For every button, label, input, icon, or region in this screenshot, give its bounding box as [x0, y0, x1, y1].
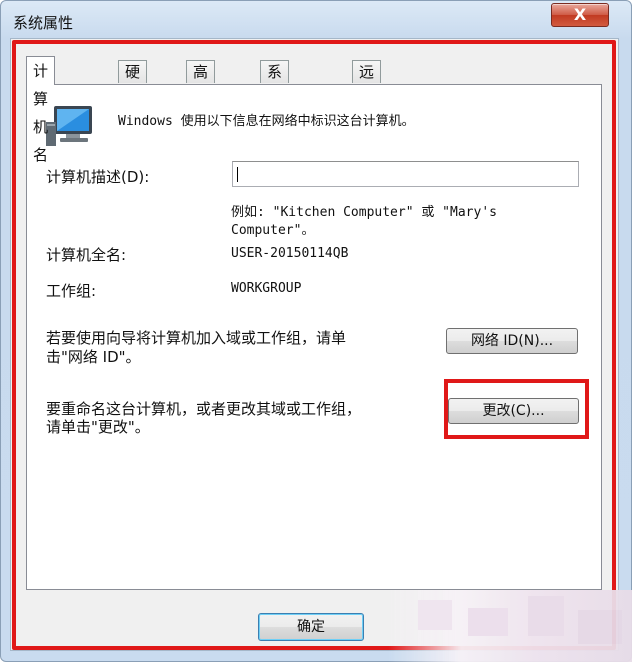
tab-hardware[interactable]: 硬件: [118, 60, 148, 103]
fullname-value: USER-20150114QB: [231, 246, 349, 261]
example-text-line1: 例如: "Kitchen Computer" 或 "Mary's: [231, 205, 497, 220]
close-button[interactable]: X: [551, 3, 609, 27]
text-caret: [237, 167, 238, 182]
rename-text-line2: 请单击"更改"。: [46, 418, 150, 436]
change-button[interactable]: 更改(C)...: [448, 398, 579, 424]
fullname-label: 计算机全名:: [46, 246, 127, 264]
workgroup-label: 工作组:: [46, 282, 97, 300]
ok-button[interactable]: 确定: [258, 613, 364, 641]
tab-computer-name[interactable]: 计算机名: [26, 56, 56, 164]
tab-system-protection[interactable]: 系统保护: [260, 60, 290, 147]
example-text-line2: Computer"。: [231, 223, 315, 238]
watermark-blur: [388, 590, 632, 662]
tab-remote[interactable]: 远程: [352, 60, 382, 103]
window-title: 系统属性: [13, 14, 74, 32]
computer-monitor-icon: [46, 106, 92, 146]
network-id-button[interactable]: 网络 ID(N)...: [446, 328, 578, 354]
close-icon: X: [573, 5, 587, 24]
intro-text: Windows 使用以下信息在网络中标识这台计算机。: [118, 114, 415, 129]
description-label: 计算机描述(D):: [46, 168, 150, 186]
description-input[interactable]: [232, 161, 579, 187]
title-bar[interactable]: 系统属性 X: [1, 1, 631, 39]
tab-advanced[interactable]: 高级: [186, 60, 216, 103]
workgroup-value: WORKGROUP: [231, 281, 302, 296]
wizard-text-line1: 若要使用向导将计算机加入域或工作组，请单: [46, 329, 347, 347]
wizard-text-line2: 击"网络 ID"。: [46, 348, 141, 366]
